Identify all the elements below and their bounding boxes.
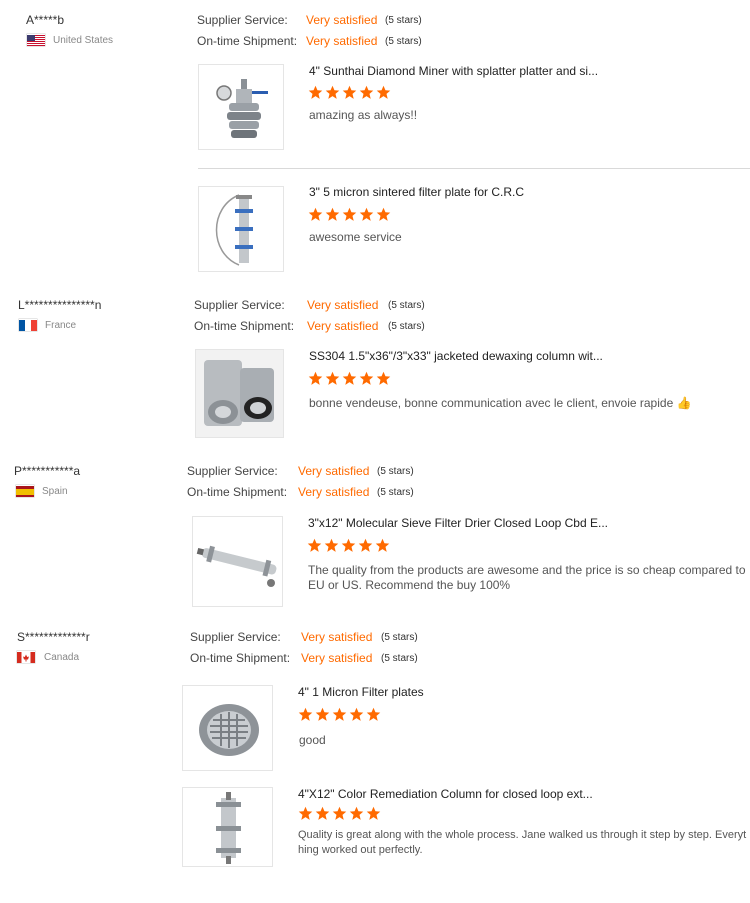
ontime-shipment-value: Very satisfied xyxy=(306,34,378,48)
rating-stars xyxy=(307,538,390,553)
rating-stars xyxy=(308,207,391,222)
product-thumbnail[interactable] xyxy=(195,349,284,438)
star-icon xyxy=(376,371,391,385)
reviewer-name: L***************n xyxy=(18,298,102,312)
ontime-shipment-label: On-time Shipment: xyxy=(197,34,298,48)
supplier-service-label: Supplier Service: xyxy=(190,630,281,644)
star-icon xyxy=(308,371,323,385)
review-text: The quality from the products are awesom… xyxy=(308,563,746,592)
france-flag-icon xyxy=(19,319,37,331)
product-title[interactable]: 3"x12" Molecular Sieve Filter Drier Clos… xyxy=(308,516,608,530)
product-thumbnail[interactable] xyxy=(192,516,283,607)
ontime-shipment-value: Very satisfied xyxy=(301,651,373,665)
star-icon xyxy=(342,207,357,221)
ontime-shipment-label: On-time Shipment: xyxy=(190,651,291,665)
supplier-service-label: Supplier Service: xyxy=(187,464,278,478)
product-title[interactable]: 4" Sunthai Diamond Miner with splatter p… xyxy=(309,64,598,78)
supplier-service-value: Very satisfied xyxy=(307,298,379,312)
reviewer-country: United States xyxy=(53,35,114,46)
spain-flag-icon xyxy=(16,485,34,497)
divider xyxy=(198,168,750,169)
product-title[interactable]: 3" 5 micron sintered filter plate for C.… xyxy=(309,185,524,199)
product-thumbnail[interactable] xyxy=(182,685,273,771)
ontime-shipment-stars: (5 stars) xyxy=(385,36,422,47)
reviewer-country: France xyxy=(45,320,77,331)
star-icon xyxy=(324,538,339,552)
star-icon xyxy=(375,538,390,552)
rating-stars xyxy=(298,806,381,821)
reviewer-name: A*****b xyxy=(26,13,65,27)
star-icon xyxy=(298,707,313,721)
star-icon xyxy=(349,707,364,721)
star-icon xyxy=(341,538,356,552)
star-icon xyxy=(307,538,322,552)
supplier-service-value: Very satisfied xyxy=(306,13,378,27)
sieve-filter-icon xyxy=(196,545,277,587)
star-icon xyxy=(376,207,391,221)
star-icon xyxy=(298,806,313,820)
star-icon xyxy=(366,707,381,721)
review-text: bonne vendeuse, bonne communication avec… xyxy=(309,396,692,410)
ontime-shipment-stars: (5 stars) xyxy=(381,653,418,664)
rating-stars xyxy=(308,85,391,100)
star-icon xyxy=(358,538,373,552)
star-icon xyxy=(359,207,374,221)
reviewer-name: S*************r xyxy=(17,630,90,644)
star-icon xyxy=(325,85,340,99)
dewaxing-column-icon xyxy=(196,350,283,437)
supplier-service-stars: (5 stars) xyxy=(377,466,414,477)
star-icon xyxy=(342,371,357,385)
micron-filter-plate-icon xyxy=(199,704,259,756)
star-icon xyxy=(359,371,374,385)
star-icon xyxy=(366,806,381,820)
ontime-shipment-value: Very satisfied xyxy=(298,485,370,499)
canada-flag-icon xyxy=(17,651,35,663)
star-icon xyxy=(349,806,364,820)
ontime-shipment-label: On-time Shipment: xyxy=(194,319,295,333)
supplier-service-stars: (5 stars) xyxy=(388,300,425,311)
product-thumbnail[interactable] xyxy=(198,186,284,272)
ontime-shipment-stars: (5 stars) xyxy=(388,321,425,332)
review-text: awesome service xyxy=(309,230,402,244)
star-icon xyxy=(325,371,340,385)
product-thumbnail[interactable] xyxy=(182,787,273,867)
reviewer-name: P***********a xyxy=(14,464,81,478)
thumbs-up-icon: 👍 xyxy=(676,396,692,410)
star-icon xyxy=(332,707,347,721)
star-icon xyxy=(342,85,357,99)
supplier-service-value: Very satisfied xyxy=(298,464,370,478)
star-icon xyxy=(308,85,323,99)
review-text: amazing as always!! xyxy=(309,108,418,122)
star-icon xyxy=(315,707,330,721)
star-icon xyxy=(376,85,391,99)
star-icon xyxy=(332,806,347,820)
diamond-miner-icon xyxy=(216,79,268,138)
ontime-shipment-stars: (5 stars) xyxy=(377,487,414,498)
rating-stars xyxy=(308,371,391,386)
star-icon xyxy=(325,207,340,221)
product-title[interactable]: 4"X12" Color Remediation Column for clos… xyxy=(298,787,593,801)
star-icon xyxy=(359,85,374,99)
star-icon xyxy=(315,806,330,820)
us-flag-icon xyxy=(27,34,45,46)
ontime-shipment-value: Very satisfied xyxy=(307,319,379,333)
review-text: Quality is great along with the whole pr… xyxy=(298,829,747,856)
supplier-service-stars: (5 stars) xyxy=(385,15,422,26)
supplier-service-label: Supplier Service: xyxy=(197,13,288,27)
remediation-column-icon xyxy=(216,792,241,864)
product-thumbnail[interactable] xyxy=(198,64,284,150)
ontime-shipment-label: On-time Shipment: xyxy=(187,485,288,499)
rating-stars xyxy=(298,707,381,722)
product-title[interactable]: SS304 1.5"x36"/3"x33" jacketed dewaxing … xyxy=(309,349,603,363)
review-text: good xyxy=(299,733,326,747)
reviewer-country: Canada xyxy=(44,652,80,663)
supplier-service-value: Very satisfied xyxy=(301,630,373,644)
filter-plate-icon xyxy=(215,194,253,266)
star-icon xyxy=(308,207,323,221)
supplier-service-stars: (5 stars) xyxy=(381,632,418,643)
product-title[interactable]: 4" 1 Micron Filter plates xyxy=(298,685,424,699)
reviewer-country: Spain xyxy=(42,486,68,497)
supplier-service-label: Supplier Service: xyxy=(194,298,285,312)
